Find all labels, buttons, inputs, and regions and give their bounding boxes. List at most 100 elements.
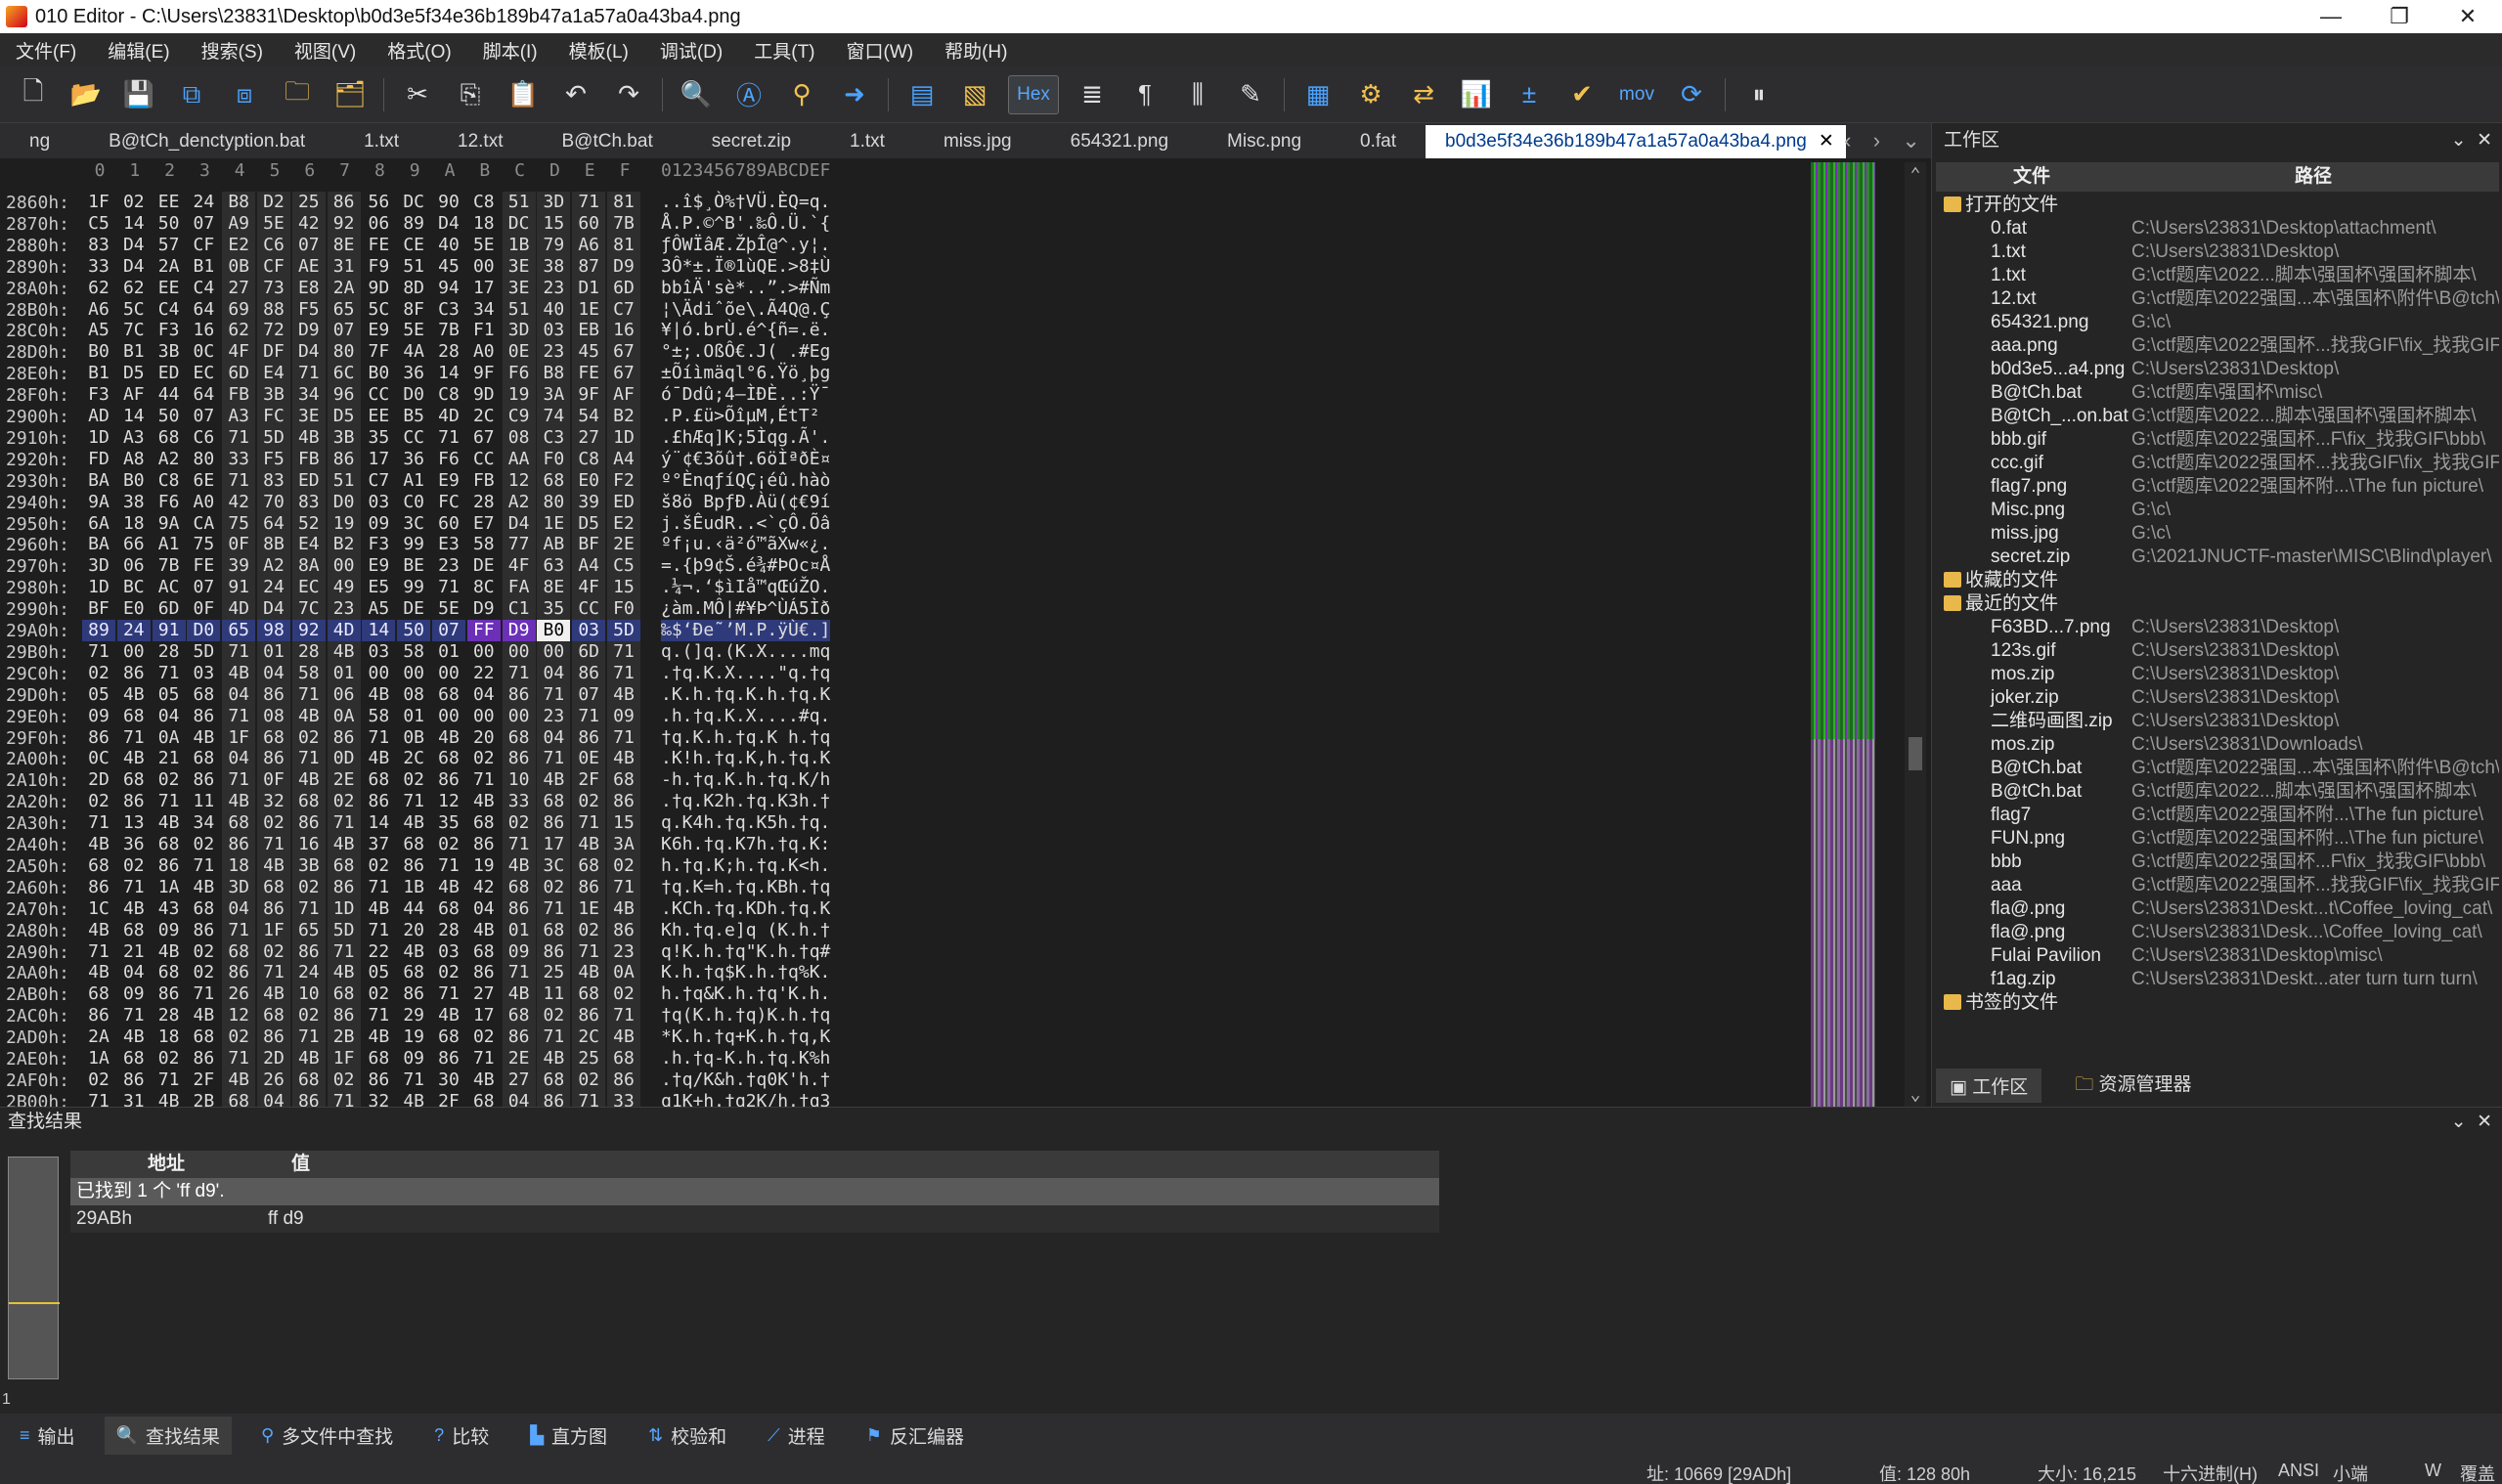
hex-byte[interactable]: 6D [153, 598, 186, 620]
hex-byte[interactable]: 2E [502, 1048, 536, 1069]
hex-row[interactable]: 29A0h: 89 24 91 D0 65 98 92 4D 14 50 07 FF D9 B0 03 5D ‰$… [0, 620, 880, 641]
hex-row[interactable]: 2AF0h: 02 86 71 2F 4B 26 68 02 86 71 30 4B 27 68 02 86 .†… [0, 1069, 880, 1091]
hex-byte[interactable]: 71 [117, 1005, 151, 1026]
hex-byte[interactable]: 09 [397, 1048, 430, 1069]
list-item[interactable]: mos.zip C:\Users\23831\Desktop\ [1936, 663, 2499, 686]
hex-byte[interactable]: 13 [117, 812, 151, 834]
hex-row[interactable]: 28A0h: 62 62 EE C4 27 73 E8 2A 9D 8D 94 17 3E 23 D1 6D bb… [0, 277, 880, 299]
hex-byte[interactable]: 6C [327, 363, 361, 385]
hex-byte[interactable]: A9 [222, 212, 256, 235]
hex-row[interactable]: 2940h: 9A 38 F6 A0 42 70 83 D0 03 C0 FC 28 A2 80 39 ED š8… [0, 491, 880, 513]
hex-byte[interactable]: D4 [257, 598, 290, 621]
hex-byte[interactable]: 71 [537, 1026, 571, 1049]
hex-byte[interactable]: 71 [153, 663, 186, 684]
hex-byte[interactable]: A4 [572, 555, 606, 578]
hex-byte[interactable]: 90 [432, 192, 465, 213]
hex-byte[interactable]: 71 [222, 469, 256, 492]
hex-byte[interactable]: 00 [362, 663, 395, 684]
hex-byte[interactable]: 86 [222, 834, 256, 855]
ascii-text[interactable]: .h.†q-K.h.†q.K%h [661, 1048, 830, 1069]
hex-byte[interactable]: A6 [82, 299, 115, 321]
hex-byte[interactable]: 58 [362, 706, 395, 727]
hex-byte[interactable]: 1F [82, 192, 115, 213]
hex-byte[interactable]: F0 [607, 598, 640, 621]
hex-byte[interactable]: AA [502, 448, 536, 470]
hex-byte[interactable]: 4B [397, 941, 430, 963]
hex-byte[interactable]: 86 [257, 683, 290, 706]
hex-byte[interactable]: 68 [187, 898, 220, 920]
hex-byte[interactable]: 0C [82, 748, 115, 769]
hex-byte[interactable]: 86 [117, 663, 151, 684]
hex-byte[interactable]: D4 [291, 341, 326, 364]
hex-byte[interactable]: 23 [607, 940, 640, 963]
list-item[interactable]: miss.jpg G:\c\ [1936, 522, 2499, 546]
hex-byte[interactable]: 71 [327, 940, 361, 963]
hex-byte[interactable]: 02 [432, 834, 465, 855]
hex-byte[interactable]: 86 [502, 1026, 536, 1049]
hex-byte[interactable]: 40 [537, 298, 571, 321]
hex-byte[interactable]: 6D [222, 363, 256, 385]
hex-byte[interactable]: D0 [187, 620, 221, 641]
hex-byte[interactable]: 4B [607, 897, 640, 920]
hex-byte[interactable]: 71 [432, 427, 465, 449]
hex-byte[interactable]: 2F [187, 1069, 220, 1091]
hex-byte[interactable]: 68 [257, 876, 290, 898]
list-item[interactable]: B@tCh.bat G:\ctf题库\2022...脚本\强国杯\强国杯脚本\ [1936, 780, 2499, 804]
hex-byte[interactable]: 68 [467, 941, 501, 963]
hex-byte[interactable]: 36 [397, 449, 430, 470]
hex-byte[interactable]: 07 [187, 577, 220, 598]
hex-byte[interactable]: F6 [432, 449, 465, 470]
tab-workspace[interactable]: ▣ 工作区 [1936, 1068, 2042, 1103]
hex-byte[interactable]: BE [397, 555, 430, 577]
hex-byte[interactable]: 4B [291, 705, 326, 727]
hex-byte[interactable]: 34 [467, 299, 501, 321]
hex-byte[interactable]: 00 [502, 705, 536, 727]
hex-row[interactable]: 2860h: 1F 02 EE 24 B8 D2 25 86 56 DC 90 C8 51 3D 71 81..… [0, 192, 880, 213]
hex-byte[interactable]: 51 [327, 469, 361, 492]
hex-byte[interactable]: 1A [82, 1048, 115, 1069]
tab-histogram[interactable]: ▙ 直方图 [518, 1417, 619, 1455]
hex-byte[interactable]: 07 [432, 620, 465, 641]
tab-file[interactable]: ng [0, 125, 79, 158]
hex-byte[interactable]: 68 [572, 854, 606, 877]
hex-byte[interactable]: 71 [327, 812, 361, 835]
list-item[interactable]: 123s.gif C:\Users\23831\Desktop\ [1936, 639, 2499, 663]
hex-byte[interactable]: 4B [537, 1048, 571, 1069]
group-bookmarked-files[interactable]: 书签的文件 [1936, 991, 2499, 1015]
hex-byte[interactable]: 4B [607, 1026, 640, 1049]
hex-byte[interactable]: D4 [117, 235, 151, 256]
hex-byte[interactable]: 2A [153, 256, 186, 278]
hex-byte[interactable]: ED [153, 363, 186, 384]
hex-byte[interactable]: 02 [397, 769, 430, 791]
hex-byte[interactable]: 71 [82, 941, 115, 963]
hex-byte[interactable]: 5D [327, 919, 361, 941]
hex-byte[interactable]: 86 [257, 1026, 290, 1049]
hex-byte[interactable]: 6D [572, 640, 606, 663]
hex-byte[interactable]: 68 [467, 1091, 501, 1107]
hex-byte[interactable]: FE [572, 363, 606, 385]
hex-byte[interactable]: 4F [502, 555, 536, 578]
hex-byte[interactable]: 83 [257, 469, 290, 492]
hex-byte[interactable]: 86 [187, 769, 220, 791]
hex-byte[interactable]: 17 [362, 449, 395, 470]
hex-byte[interactable]: 67 [467, 427, 501, 449]
hex-byte[interactable]: B8 [222, 192, 256, 213]
ascii-text[interactable]: .¼¬.‘$ìIå™qŒúŽO. [661, 577, 830, 598]
hex-byte[interactable]: 68 [117, 1048, 151, 1069]
hex-byte[interactable]: 2B [187, 1091, 220, 1107]
hex-byte[interactable]: 86 [467, 962, 501, 983]
hex-byte[interactable]: 28 [153, 641, 186, 663]
hex-byte[interactable]: 19 [467, 855, 501, 877]
run-script-icon[interactable]: ▧ [955, 75, 994, 114]
paste-icon[interactable]: 📋 [504, 75, 543, 114]
hex-byte[interactable]: 68 [362, 1048, 395, 1069]
hex-byte[interactable]: 4B [82, 834, 115, 855]
hex-byte[interactable]: 21 [153, 748, 186, 769]
hex-byte[interactable]: 8B [257, 534, 290, 556]
hex-byte[interactable]: 71 [397, 791, 430, 812]
hex-byte[interactable]: 86 [82, 1005, 115, 1026]
hex-byte[interactable]: 02 [537, 876, 571, 898]
list-item[interactable]: Fulai Pavilion C:\Users\23831\Desktop\mis… [1936, 944, 2499, 968]
hex-byte[interactable]: 25 [537, 962, 571, 984]
hex-byte[interactable]: D9 [502, 620, 536, 641]
